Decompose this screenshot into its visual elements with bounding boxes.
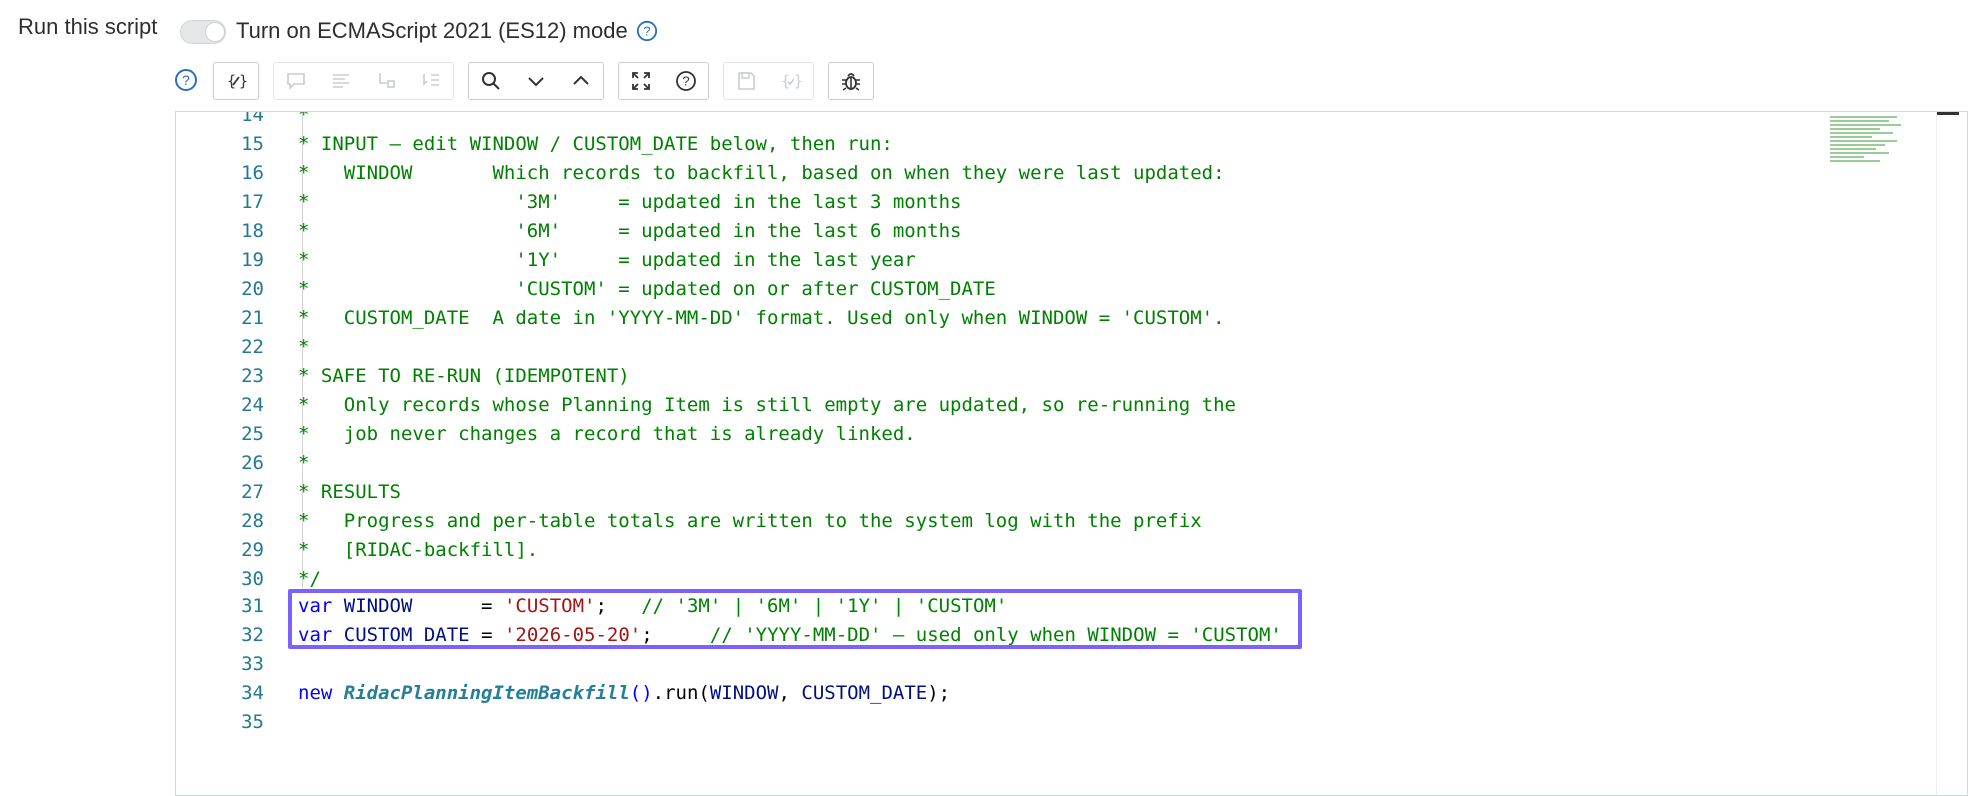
format-code-button[interactable]: { } [213, 62, 259, 100]
find-previous-button[interactable] [558, 62, 604, 100]
keyword: new [298, 682, 333, 704]
line-number: 24 [241, 394, 264, 416]
toolbar-help-icon[interactable]: ? [174, 68, 198, 92]
line-number: 20 [241, 278, 264, 300]
comment-line: * '1Y' = updated in the last year [298, 249, 916, 271]
line-number: 34 [241, 682, 264, 704]
chevron-down-icon [527, 77, 544, 87]
format-code-icon: { } [227, 72, 248, 90]
save-icon [738, 72, 755, 90]
line-number: 22 [241, 336, 264, 358]
argument: CUSTOM_DATE [801, 682, 928, 704]
minimap[interactable] [1830, 114, 1914, 184]
comment-line: * Only records whose Planning Item is st… [298, 394, 1236, 416]
comment-icon [287, 73, 305, 90]
comment-line: * [298, 452, 310, 474]
code-editor[interactable]: 14 * 15 * INPUT — edit WINDOW / CUSTOM_DA… [175, 111, 1968, 796]
line-number: 27 [241, 481, 264, 503]
comment-line: * WINDOW Which records to backfill, base… [298, 162, 1225, 184]
search-button[interactable] [468, 62, 514, 100]
svg-text:}: } [239, 72, 248, 90]
es12-mode-label: Turn on ECMAScript 2021 (ES12) mode [236, 18, 628, 43]
comment-line: * job never changes a record that is alr… [298, 423, 916, 445]
chevron-up-icon [572, 75, 589, 85]
line-number: 35 [241, 711, 264, 733]
line-number: 15 [241, 133, 264, 155]
comment-line: */ [298, 568, 321, 590]
svg-text:?: ? [682, 74, 689, 89]
line-number: 14 [241, 111, 264, 126]
search-icon [482, 72, 500, 90]
svg-text:}: } [794, 72, 803, 90]
line-number: 25 [241, 423, 264, 445]
align-left-icon [332, 74, 349, 88]
line-number: 31 [241, 595, 264, 617]
line-number: 21 [241, 307, 264, 329]
argument: WINDOW [709, 682, 779, 704]
line-number: 16 [241, 162, 264, 184]
line-number: 19 [241, 249, 264, 271]
save-button[interactable] [723, 62, 769, 100]
comment-line: * '3M' = updated in the last 3 months [298, 191, 962, 213]
comment-line: * Progress and per-table totals are writ… [298, 510, 1202, 532]
help-icon[interactable]: ? [636, 20, 658, 42]
fullscreen-button[interactable] [618, 62, 664, 100]
fullscreen-icon [632, 72, 650, 90]
vertical-scrollbar[interactable] [1936, 112, 1959, 795]
comma: , [778, 682, 802, 704]
method-call: .run( [652, 682, 710, 704]
debug-bug-icon [842, 73, 860, 91]
line-number: 29 [241, 539, 264, 561]
script-braces-button[interactable]: { } [768, 62, 814, 100]
line-number: 33 [241, 653, 264, 675]
line-number: 23 [241, 365, 264, 387]
list-check-icon [422, 74, 439, 86]
code-line: * [298, 111, 310, 126]
script-include-button[interactable] [363, 62, 409, 100]
class-name: RidacPlanningItemBackfill [343, 682, 630, 704]
script-braces-icon: { } [781, 72, 803, 90]
comment-line: * INPUT — edit WINDOW / CUSTOM_DATE belo… [298, 133, 893, 155]
svg-text:{: { [227, 72, 236, 90]
highlight-box [288, 589, 1302, 649]
close-paren: ); [927, 682, 951, 704]
toggle-comment-button[interactable] [273, 62, 319, 100]
list-check-button[interactable] [408, 62, 454, 100]
line-number: 28 [241, 510, 264, 532]
toggle-knob [205, 22, 225, 42]
run-script-label: Run this script [18, 14, 158, 39]
help-icon: ? [675, 71, 696, 91]
script-include-icon [378, 73, 395, 88]
line-number: 17 [241, 191, 264, 213]
parens: () [629, 682, 653, 704]
align-button[interactable] [318, 62, 364, 100]
editor-help-button[interactable]: ? [663, 62, 709, 100]
comment-line: * SAFE TO RE-RUN (IDEMPOTENT) [298, 365, 630, 387]
scrollbar-thumb[interactable] [1937, 112, 1959, 115]
es12-mode-toggle[interactable] [180, 20, 226, 44]
line-number: 18 [241, 220, 264, 242]
debug-button[interactable] [828, 62, 874, 100]
svg-text:{: { [781, 72, 790, 90]
comment-line: * CUSTOM_DATE A date in 'YYYY-MM-DD' for… [298, 307, 1225, 329]
comment-line: * 'CUSTOM' = updated on or after CUSTOM_… [298, 278, 996, 300]
svg-text:?: ? [182, 72, 190, 88]
code-line-run: new RidacPlanningItemBackfill().run(WIND… [298, 682, 950, 704]
comment-line: * '6M' = updated in the last 6 months [298, 220, 962, 242]
find-next-button[interactable] [513, 62, 559, 100]
comment-line: * [298, 336, 310, 358]
line-number: 30 [241, 568, 264, 590]
svg-text:?: ? [643, 24, 650, 39]
comment-line: * RESULTS [298, 481, 401, 503]
line-number: 26 [241, 452, 264, 474]
comment-line: * [RIDAC-backfill]. [298, 539, 539, 561]
line-number: 32 [241, 624, 264, 646]
